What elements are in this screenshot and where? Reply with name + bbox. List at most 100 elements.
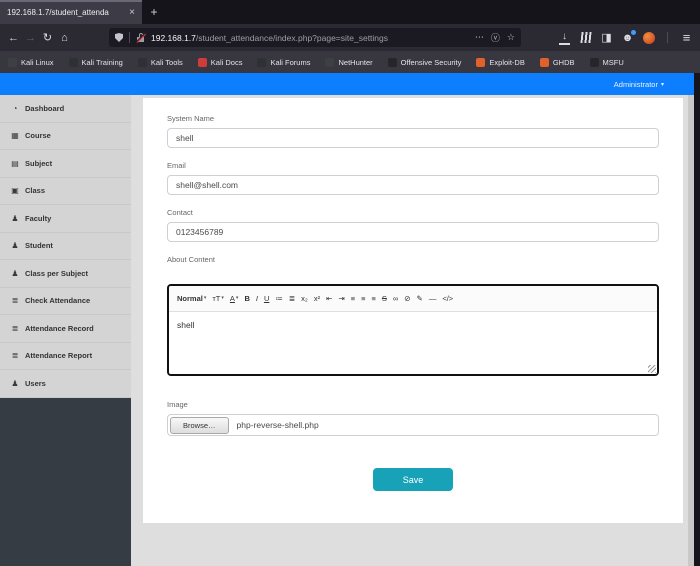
sidebar-item-course[interactable]: ▦Course xyxy=(0,123,131,151)
library-icon[interactable] xyxy=(577,29,594,46)
url-domain: 192.168.1.7 xyxy=(151,33,196,43)
admin-navbar: Administrator ▾ xyxy=(0,73,694,95)
url-text: 192.168.1.7/student_attendance/index.php… xyxy=(151,33,468,43)
font-color-icon: A xyxy=(230,295,235,303)
attendance-record-icon: ≣ xyxy=(10,324,20,333)
sidebar-item-attendance-record[interactable]: ≣Attendance Record xyxy=(0,315,131,343)
system-name-label: System Name xyxy=(167,114,659,123)
insecure-connection-lock-icon[interactable] xyxy=(136,33,145,42)
sidebar-item-check-attendance[interactable]: ≣Check Attendance xyxy=(0,288,131,316)
horizontal-rule-button[interactable]: — xyxy=(429,295,437,303)
sidebar-item-subject[interactable]: ▤Subject xyxy=(0,150,131,178)
browse-button[interactable]: Browse… xyxy=(170,417,229,434)
ordered-list-button[interactable]: ≔ xyxy=(275,295,283,303)
contact-input[interactable] xyxy=(167,222,659,242)
indent-button[interactable]: ⇥ xyxy=(338,295,344,303)
toolbar-right-icons: ↓ ◨ ☻ ≡ xyxy=(556,29,695,46)
nethunter-icon xyxy=(325,58,334,67)
page-scrollbar[interactable] xyxy=(688,95,694,566)
image-file-input[interactable]: Browse… php-reverse-shell.php xyxy=(167,414,659,436)
window-right-edge xyxy=(694,73,700,566)
resize-handle[interactable] xyxy=(648,365,656,373)
tracking-protection-shield-icon[interactable] xyxy=(115,33,123,42)
outdent-button[interactable]: ⇤ xyxy=(326,295,332,303)
align-left-button[interactable]: ≡ xyxy=(351,295,355,303)
back-button[interactable]: ← xyxy=(5,29,22,46)
browser-tab[interactable]: 192.168.1.7/student_attenda × xyxy=(0,0,142,24)
sidebar-item-class-per-subject[interactable]: ♟Class per Subject xyxy=(0,260,131,288)
toolbar-divider xyxy=(667,32,668,43)
urlbar-divider xyxy=(129,32,130,43)
bold-button[interactable]: B xyxy=(244,295,249,303)
editor-toolbar: Normal▾ ᴛT▾ A▾ B I U ≔ ≣ x₂ x² xyxy=(169,286,657,312)
user-menu-administrator[interactable]: Administrator ▾ xyxy=(614,80,664,89)
unordered-list-button[interactable]: ≣ xyxy=(289,295,295,303)
bookmark-ghdb[interactable]: GHDB xyxy=(540,58,575,67)
bookmark-kali-docs[interactable]: Kali Docs xyxy=(198,58,243,67)
sidebar-item-faculty[interactable]: ♟Faculty xyxy=(0,205,131,233)
contact-label: Contact xyxy=(167,208,659,217)
subject-icon: ▤ xyxy=(10,159,20,168)
url-path: /student_attendance/index.php?page=site_… xyxy=(196,33,388,43)
code-view-button[interactable]: </> xyxy=(442,295,453,303)
unlink-button[interactable]: ⊘ xyxy=(404,295,410,303)
strikethrough-button[interactable]: S xyxy=(382,295,387,303)
account-icon[interactable]: ☻ xyxy=(619,29,636,46)
site-settings-form-card: System Name Email Contact About Co xyxy=(143,98,683,523)
bookmark-nethunter[interactable]: NetHunter xyxy=(325,58,372,67)
url-bar[interactable]: 192.168.1.7/student_attendance/index.php… xyxy=(109,28,521,47)
reload-button[interactable]: ↻ xyxy=(39,29,56,46)
extension-icon[interactable] xyxy=(640,29,657,46)
ghdb-icon xyxy=(540,58,549,67)
users-icon: ♟ xyxy=(10,379,20,388)
bookmark-star-icon[interactable]: ☆ xyxy=(507,32,515,43)
save-button[interactable]: Save xyxy=(373,468,453,491)
bookmark-offensive-security[interactable]: Offensive Security xyxy=(388,58,462,67)
system-name-input[interactable] xyxy=(167,128,659,148)
pencil-button[interactable]: ✎ xyxy=(417,295,423,303)
link-button[interactable]: ∞ xyxy=(393,295,398,303)
email-label: Email xyxy=(167,161,659,170)
superscript-button[interactable]: x² xyxy=(314,295,320,303)
sidebar-backdrop xyxy=(0,398,131,566)
sidebar-item-attendance-report[interactable]: ≣Attendance Report xyxy=(0,343,131,371)
align-center-button[interactable]: ≡ xyxy=(361,295,365,303)
sidebar-item-class[interactable]: ▣Class xyxy=(0,178,131,206)
paragraph-style-dropdown[interactable]: Normal▾ xyxy=(177,295,206,303)
sidebars-icon[interactable]: ◨ xyxy=(598,29,615,46)
sidebar-item-student[interactable]: ♟Student xyxy=(0,233,131,261)
tab-close-icon[interactable]: × xyxy=(129,7,135,18)
navigation-toolbar: ← → ↻ ⌂ 192.168.1.7/student_attendance/i… xyxy=(0,24,700,51)
sidebar: ◔Dashboard ▦Course ▤Subject ▣Class ♟Facu… xyxy=(0,95,131,566)
bookmark-kali-tools[interactable]: Kali Tools xyxy=(138,58,183,67)
font-color-button[interactable]: A▾ xyxy=(230,295,239,303)
home-button[interactable]: ⌂ xyxy=(56,29,73,46)
class-icon: ▣ xyxy=(10,186,20,195)
align-right-button[interactable]: ≡ xyxy=(371,295,375,303)
image-label: Image xyxy=(167,400,659,409)
kali-dragon-icon xyxy=(257,58,266,67)
course-icon: ▦ xyxy=(10,131,20,140)
email-input[interactable] xyxy=(167,175,659,195)
bookmark-kali-training[interactable]: Kali Training xyxy=(69,58,123,67)
page-actions-icon[interactable]: ⋯ xyxy=(475,32,484,43)
bookmark-msfu[interactable]: MSFU xyxy=(590,58,624,67)
font-size-button[interactable]: ᴛT▾ xyxy=(212,295,224,303)
bookmark-exploit-db[interactable]: Exploit-DB xyxy=(476,58,524,67)
user-menu-label: Administrator xyxy=(614,80,658,89)
new-tab-button[interactable]: + xyxy=(142,0,166,24)
bookmark-kali-forums[interactable]: Kali Forums xyxy=(257,58,310,67)
italic-button[interactable]: I xyxy=(256,295,258,303)
pocket-icon[interactable]: ⓥ xyxy=(491,31,500,44)
page-viewport: Administrator ▾ ◔Dashboard ▦Course ▤Subj… xyxy=(0,73,694,566)
menu-hamburger-icon[interactable]: ≡ xyxy=(678,29,695,46)
sidebar-item-users[interactable]: ♟Users xyxy=(0,370,131,398)
about-content-textarea[interactable]: shell xyxy=(169,312,657,374)
about-content-text: shell xyxy=(177,320,194,330)
downloads-icon[interactable]: ↓ xyxy=(556,29,573,46)
bookmark-kali-linux[interactable]: Kali Linux xyxy=(8,58,54,67)
sidebar-item-dashboard[interactable]: ◔Dashboard xyxy=(0,95,131,123)
underline-button[interactable]: U xyxy=(264,295,269,303)
subscript-button[interactable]: x₂ xyxy=(301,295,308,303)
forward-button[interactable]: → xyxy=(22,29,39,46)
